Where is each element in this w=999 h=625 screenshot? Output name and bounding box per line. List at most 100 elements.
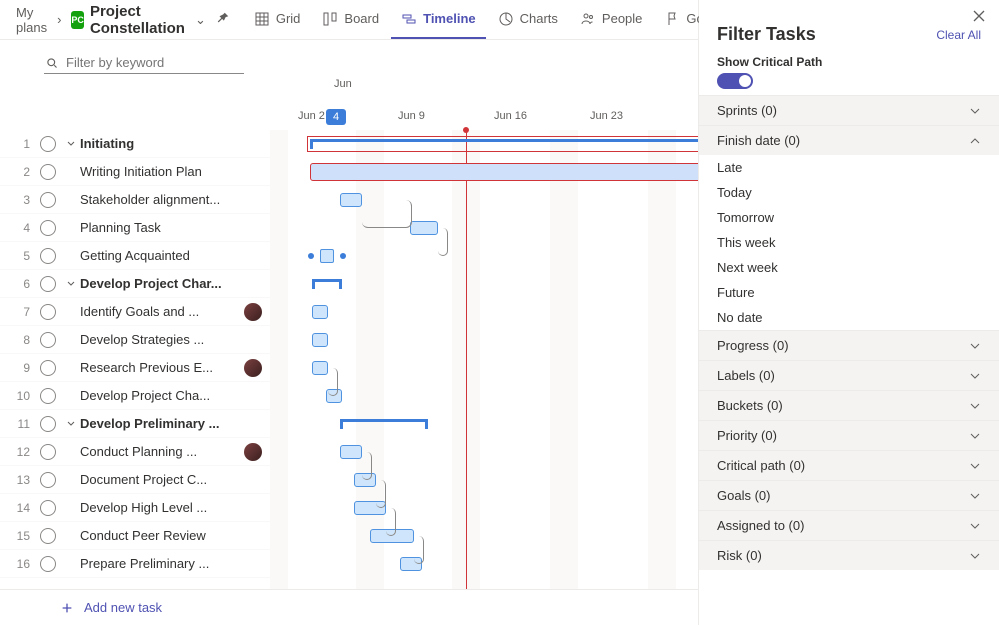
tab-grid[interactable]: Grid — [244, 0, 311, 39]
section-assigned[interactable]: Assigned to (0) — [699, 510, 999, 540]
expand-icon[interactable] — [66, 279, 78, 289]
section-finish-date[interactable]: Finish date (0) — [699, 125, 999, 155]
gantt-bar[interactable] — [340, 186, 362, 214]
row-number: 15 — [0, 529, 40, 543]
gantt-bar[interactable] — [312, 270, 342, 298]
task-row[interactable]: 9Research Previous E... — [0, 354, 270, 382]
task-row[interactable]: 2Writing Initiation Plan — [0, 158, 270, 186]
complete-circle[interactable] — [40, 220, 56, 236]
complete-circle[interactable] — [40, 360, 56, 376]
gantt-bar[interactable] — [312, 326, 328, 354]
filter-option[interactable]: This week — [699, 230, 999, 255]
tab-charts[interactable]: Charts — [488, 0, 568, 39]
tab-timeline[interactable]: Timeline — [391, 0, 486, 39]
complete-circle[interactable] — [40, 528, 56, 544]
row-number: 3 — [0, 193, 40, 207]
section-goals[interactable]: Goals (0) — [699, 480, 999, 510]
gantt-bar[interactable] — [312, 354, 328, 382]
section-sprints[interactable]: Sprints (0) — [699, 95, 999, 125]
clear-all-link[interactable]: Clear All — [936, 28, 981, 42]
filter-option[interactable]: No date — [699, 305, 999, 330]
section-progress[interactable]: Progress (0) — [699, 330, 999, 360]
gantt-bar[interactable] — [400, 550, 422, 578]
view-tabs: Grid Board Timeline Charts People — [244, 0, 757, 39]
task-row[interactable]: 13Document Project C... — [0, 466, 270, 494]
filter-option[interactable]: Late — [699, 155, 999, 180]
section-labels[interactable]: Labels (0) — [699, 360, 999, 390]
gantt-bar[interactable] — [326, 382, 342, 410]
tab-board[interactable]: Board — [312, 0, 389, 39]
pin-icon[interactable] — [216, 11, 230, 28]
chevron-up-icon — [969, 135, 981, 147]
row-number: 5 — [0, 249, 40, 263]
gantt-bar[interactable] — [340, 438, 362, 466]
task-row[interactable]: 12Conduct Planning ... — [0, 438, 270, 466]
filter-option[interactable]: Today — [699, 180, 999, 205]
week-label: Jun 23 — [590, 110, 623, 122]
expand-icon[interactable] — [66, 139, 78, 149]
critical-path-toggle[interactable] — [717, 73, 753, 89]
assignee-avatar[interactable] — [244, 359, 262, 377]
task-row[interactable]: 7Identify Goals and ... — [0, 298, 270, 326]
task-row[interactable]: 10Develop Project Cha... — [0, 382, 270, 410]
task-row[interactable]: 6Develop Project Char... — [0, 270, 270, 298]
complete-circle[interactable] — [40, 500, 56, 516]
complete-circle[interactable] — [40, 164, 56, 180]
gantt-bar[interactable] — [312, 298, 328, 326]
section-critical-path[interactable]: Critical path (0) — [699, 450, 999, 480]
task-name: Develop Preliminary ... — [80, 416, 270, 431]
add-task-row[interactable]: Add new task — [0, 589, 698, 625]
gantt-bar[interactable] — [340, 410, 428, 438]
complete-circle[interactable] — [40, 556, 56, 572]
gantt-bar[interactable] — [354, 466, 376, 494]
project-title[interactable]: Project Constellation — [90, 3, 185, 37]
gantt-bar[interactable] — [410, 214, 438, 242]
filter-input-wrap[interactable] — [44, 52, 244, 74]
gantt-bar[interactable] — [308, 242, 346, 270]
task-row[interactable]: 1Initiating — [0, 130, 270, 158]
complete-circle[interactable] — [40, 472, 56, 488]
complete-circle[interactable] — [40, 444, 56, 460]
complete-circle[interactable] — [40, 136, 56, 152]
complete-circle[interactable] — [40, 332, 56, 348]
complete-circle[interactable] — [40, 276, 56, 292]
filter-option[interactable]: Next week — [699, 255, 999, 280]
row-number: 7 — [0, 305, 40, 319]
complete-circle[interactable] — [40, 248, 56, 264]
complete-circle[interactable] — [40, 192, 56, 208]
gantt-area[interactable] — [270, 130, 698, 589]
filter-input[interactable] — [66, 55, 242, 70]
gantt-bar[interactable] — [370, 522, 414, 550]
task-name: Initiating — [80, 136, 270, 151]
task-row[interactable]: 14Develop High Level ... — [0, 494, 270, 522]
tab-board-label: Board — [344, 11, 379, 26]
section-risk[interactable]: Risk (0) — [699, 540, 999, 570]
filter-option[interactable]: Future — [699, 280, 999, 305]
expand-icon[interactable] — [66, 419, 78, 429]
task-row[interactable]: 4Planning Task — [0, 214, 270, 242]
tab-people-label: People — [602, 11, 642, 26]
task-row[interactable]: 8Develop Strategies ... — [0, 326, 270, 354]
tab-people[interactable]: People — [570, 0, 652, 39]
complete-circle[interactable] — [40, 416, 56, 432]
filter-option[interactable]: Tomorrow — [699, 205, 999, 230]
close-icon[interactable] — [971, 8, 987, 24]
breadcrumb-my-plans[interactable]: My plans — [16, 5, 47, 35]
task-row[interactable]: 11Develop Preliminary ... — [0, 410, 270, 438]
complete-circle[interactable] — [40, 388, 56, 404]
gantt-bar[interactable] — [354, 494, 386, 522]
gantt-bar[interactable] — [310, 158, 698, 186]
complete-circle[interactable] — [40, 304, 56, 320]
section-priority[interactable]: Priority (0) — [699, 420, 999, 450]
task-row[interactable]: 16Prepare Preliminary ... — [0, 550, 270, 578]
section-buckets[interactable]: Buckets (0) — [699, 390, 999, 420]
task-row[interactable]: 3Stakeholder alignment... — [0, 186, 270, 214]
row-number: 13 — [0, 473, 40, 487]
assignee-avatar[interactable] — [244, 443, 262, 461]
task-row[interactable]: 5Getting Acquainted — [0, 242, 270, 270]
today-line — [466, 130, 467, 589]
gantt-bar[interactable] — [310, 130, 698, 158]
project-menu-chevron[interactable]: ⌄ — [191, 12, 210, 28]
assignee-avatar[interactable] — [244, 303, 262, 321]
task-row[interactable]: 15Conduct Peer Review — [0, 522, 270, 550]
